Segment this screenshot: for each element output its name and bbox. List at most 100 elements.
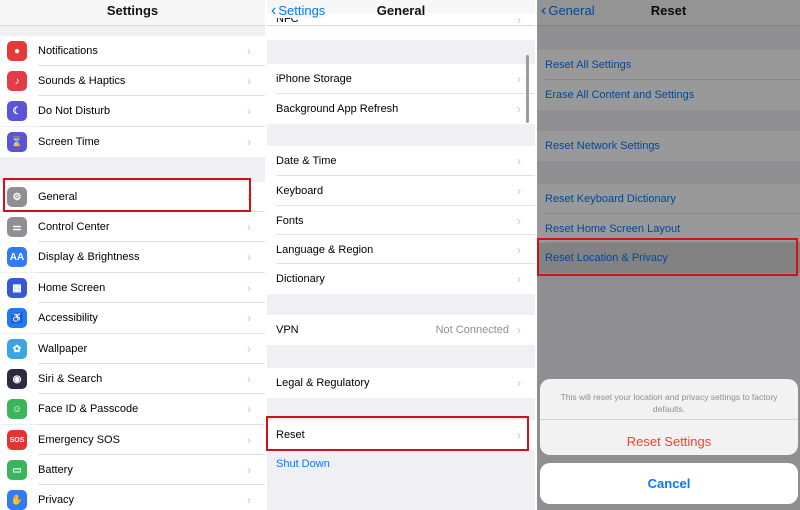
row-separator: [38, 126, 265, 127]
settings-item-screen-time[interactable]: ⌛ Screen Time ›: [0, 127, 265, 157]
row-separator: [38, 484, 265, 485]
chevron-right-icon: ›: [517, 376, 521, 390]
row-separator: [38, 424, 265, 425]
shut-down-button[interactable]: Shut Down: [276, 458, 330, 470]
app-grid-icon: ▦: [7, 278, 27, 298]
settings-navbar: Settings: [0, 0, 265, 26]
chevron-right-icon: ›: [247, 74, 251, 88]
row-separator: [38, 272, 265, 273]
chevron-right-icon: ›: [517, 243, 521, 257]
row-label: Keyboard: [276, 185, 324, 197]
general-row-vpn[interactable]: VPN Not Connected ›: [267, 315, 535, 345]
row-separator: [38, 241, 265, 242]
settings-item-siri-search[interactable]: ◉ Siri & Search ›: [0, 364, 265, 394]
sos-icon: SOS: [7, 430, 27, 450]
settings-item-home-screen[interactable]: ▦ Home Screen ›: [0, 273, 265, 303]
chevron-right-icon: ›: [247, 44, 251, 58]
action-sheet: This will reset your location and privac…: [540, 379, 798, 455]
general-row-background-app-refresh[interactable]: Background App Refresh ›: [267, 94, 535, 124]
chevron-right-icon: ›: [517, 323, 521, 337]
hourglass-icon: ⌛: [7, 132, 27, 152]
row-separator: [38, 302, 265, 303]
speaker-icon: ♪: [7, 71, 27, 91]
row-separator: [38, 95, 265, 96]
reset-settings-button[interactable]: Reset Settings: [540, 434, 798, 449]
row-label: Date & Time: [276, 155, 337, 167]
general-row-dictionary[interactable]: Dictionary ›: [267, 264, 535, 294]
highlight-reset-location-privacy: [537, 238, 798, 276]
chevron-right-icon: ›: [517, 154, 521, 168]
general-row-keyboard[interactable]: Keyboard ›: [267, 176, 535, 206]
settings-item-battery[interactable]: ▭ Battery ›: [0, 455, 265, 485]
chevron-right-icon: ›: [247, 104, 251, 118]
settings-item-label: Do Not Disturb: [38, 105, 111, 117]
general-title: General: [376, 3, 426, 18]
row-separator: [38, 454, 265, 455]
settings-item-notifications[interactable]: ● Notifications ›: [0, 36, 265, 66]
settings-item-wallpaper[interactable]: ✿ Wallpaper ›: [0, 334, 265, 364]
settings-item-label: Privacy: [38, 494, 75, 506]
scrollbar[interactable]: [526, 55, 529, 123]
chevron-right-icon: ›: [517, 72, 521, 86]
settings-title: Settings: [106, 3, 159, 18]
chevron-right-icon: ›: [247, 372, 251, 386]
general-row-legal-regulatory[interactable]: Legal & Regulatory ›: [267, 368, 535, 398]
row-label: Legal & Regulatory: [276, 377, 370, 389]
chevron-right-icon: ›: [247, 250, 251, 264]
settings-item-face-id-passcode[interactable]: ☺ Face ID & Passcode ›: [0, 394, 265, 424]
settings-item-label: Emergency SOS: [38, 434, 120, 446]
text-size-icon: AA: [7, 247, 27, 267]
face-id-icon: ☺: [7, 399, 27, 419]
row-label: Fonts: [276, 215, 304, 227]
vpn-status: Not Connected: [435, 324, 509, 336]
general-row-date-time[interactable]: Date & Time ›: [267, 146, 535, 176]
notifications-icon: ●: [7, 41, 27, 61]
settings-item-label: Control Center: [38, 221, 110, 233]
general-row-iphone-storage[interactable]: iPhone Storage ›: [267, 64, 535, 94]
action-sheet-separator: [540, 419, 798, 420]
cancel-button[interactable]: Cancel: [540, 476, 798, 491]
chevron-right-icon: ›: [247, 281, 251, 295]
chevron-right-icon: ›: [517, 102, 521, 116]
settings-item-label: Battery: [38, 464, 73, 476]
general-row-language-region[interactable]: Language & Region ›: [267, 235, 535, 265]
row-label: Background App Refresh: [276, 103, 399, 115]
siri-icon: ◉: [7, 369, 27, 389]
settings-item-label: Notifications: [38, 45, 98, 57]
accessibility-icon: ♿: [7, 308, 27, 328]
settings-item-label: Accessibility: [38, 312, 98, 324]
chevron-right-icon: ›: [247, 493, 251, 507]
settings-item-accessibility[interactable]: ♿ Accessibility ›: [0, 303, 265, 333]
settings-item-control-center[interactable]: ⚌ Control Center ›: [0, 212, 265, 242]
flower-icon: ✿: [7, 339, 27, 359]
settings-item-sounds-haptics[interactable]: ♪ Sounds & Haptics ›: [0, 66, 265, 96]
hand-icon: ✋: [7, 490, 27, 510]
action-sheet-message: This will reset your location and privac…: [560, 392, 778, 414]
settings-item-do-not-disturb[interactable]: ☾ Do Not Disturb ›: [0, 96, 265, 126]
navbar-border: ‹ Settings General: [267, 0, 535, 26]
settings-item-privacy[interactable]: ✋ Privacy ›: [0, 485, 265, 510]
settings-panel: Settings ● Notifications › ♪ Sounds & Haptic…: [0, 0, 265, 510]
settings-item-emergency-sos[interactable]: SOS Emergency SOS ›: [0, 425, 265, 455]
chevron-right-icon: ›: [517, 272, 521, 286]
chevron-right-icon: ›: [247, 433, 251, 447]
row-label: Language & Region: [276, 244, 374, 256]
row-label: Dictionary: [276, 273, 325, 285]
settings-item-label: Home Screen: [38, 282, 106, 294]
row-separator: [38, 363, 265, 364]
settings-item-label: Wallpaper: [38, 343, 88, 355]
row-separator: [38, 393, 265, 394]
chevron-right-icon: ›: [517, 184, 521, 198]
settings-item-label: Face ID & Passcode: [38, 403, 139, 415]
highlight-reset: [266, 416, 529, 451]
chevron-right-icon: ›: [247, 135, 251, 149]
settings-item-label: Sounds & Haptics: [38, 75, 126, 87]
settings-item-display-brightness[interactable]: AA Display & Brightness ›: [0, 242, 265, 272]
general-row-fonts[interactable]: Fonts ›: [267, 206, 535, 236]
row-label: VPN: [276, 324, 299, 336]
settings-item-label: Display & Brightness: [38, 251, 140, 263]
chevron-right-icon: ›: [517, 214, 521, 228]
settings-item-label: Siri & Search: [38, 373, 103, 385]
battery-icon: ▭: [7, 460, 27, 480]
chevron-right-icon: ›: [247, 311, 251, 325]
